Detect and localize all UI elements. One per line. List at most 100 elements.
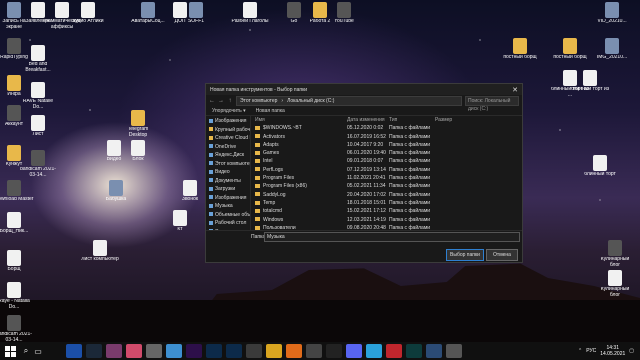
folder-row[interactable]: Adapts 10.04.2017 9:20 Папка с файлами [251, 141, 522, 149]
folder-date: 18.01.2018 15:01 [347, 199, 386, 206]
nav-item[interactable]: Яндекс.Диск [206, 151, 250, 160]
clock[interactable]: 14:31 14.05.2021 [600, 345, 625, 357]
folder-row[interactable]: Temp 18.01.2018 15:01 Папка с файлами [251, 199, 522, 207]
desktop-icon[interactable]: VID_20210... [592, 2, 632, 25]
folder-row[interactable]: Activators 16.07.2019 16:52 Папка с файлам… [251, 133, 522, 141]
search-input[interactable]: Поиск: Локальный диск (C:) [465, 95, 519, 112]
taskbar-app-icon[interactable] [206, 344, 222, 358]
desktop-icon[interactable]: блинный торт [580, 155, 620, 178]
desktop-icon[interactable]: Лист компьютер [80, 240, 120, 263]
chevron-up-icon[interactable]: ⌃ [578, 348, 582, 354]
nav-item[interactable]: Изображения [206, 117, 250, 126]
taskbar-app-icon[interactable] [146, 344, 162, 358]
task-view-icon[interactable]: ▭ [32, 347, 44, 356]
desktop-icon[interactable]: YouTube [324, 2, 364, 25]
taskbar-app-icon[interactable] [286, 344, 302, 358]
nav-item[interactable]: Видео [206, 168, 250, 177]
taskbar-app-icon[interactable] [426, 344, 442, 358]
nav-item[interactable]: Этот компьютер [206, 160, 250, 169]
folder-row[interactable]: totalcmd 15.02.2021 17:12 Папка с файлами [251, 207, 522, 215]
desktop-icon[interactable]: Лист [18, 115, 58, 138]
desktop-icon[interactable]: Download Master [0, 180, 34, 203]
desktop-icon-label: аудио Атлики [72, 19, 104, 24]
desktop-icon[interactable]: Кт [160, 210, 200, 233]
taskbar-app-icon[interactable] [106, 344, 122, 358]
notification-icon[interactable]: ▢ [629, 348, 634, 354]
taskbar-app-icon[interactable] [346, 344, 362, 358]
select-folder-button[interactable]: Выбор папки [446, 249, 484, 261]
up-arrow-icon[interactable]: ↑ [227, 98, 233, 104]
desktop-icon[interactable]: Борщ [0, 250, 34, 273]
desktop-icon[interactable]: RAVE Natalie Do... [18, 82, 58, 110]
close-icon[interactable]: ✕ [508, 86, 522, 94]
taskbar-app-icon[interactable] [266, 344, 282, 358]
desktop-icon[interactable]: Бабушка [96, 180, 136, 203]
column-date[interactable]: Дата изменения [347, 116, 389, 124]
desktop-icon[interactable]: аудио Атлики [68, 2, 108, 25]
breadcrumb-this-pc[interactable]: Этот компьютер [240, 98, 277, 104]
search-icon[interactable]: ⌕ [20, 346, 32, 356]
forward-arrow-icon[interactable]: → [218, 98, 224, 104]
nav-item[interactable]: Музыка [206, 202, 250, 211]
nav-item[interactable]: OneDrive [206, 143, 250, 152]
taskbar-app-icon[interactable] [66, 344, 82, 358]
taskbar-app-icon[interactable] [126, 344, 142, 358]
nav-item[interactable]: Creative Cloud Fil [206, 134, 250, 143]
column-size[interactable]: Размер [435, 116, 475, 124]
cancel-button[interactable]: Отмена [486, 249, 518, 261]
desktop-icon[interactable]: блинный торт из [570, 70, 610, 93]
desktop-icon[interactable]: IMG_20210... [592, 38, 632, 61]
taskbar-app-icon[interactable] [166, 344, 182, 358]
folder-row[interactable]: Intel 09.01.2018 0:07 Папка с файлами [251, 157, 522, 165]
start-button[interactable] [3, 344, 17, 358]
nav-item[interactable]: Загрузки [206, 185, 250, 194]
organize-button[interactable]: Упорядочить ▾ [212, 108, 246, 114]
desktop-icon[interactable]: Борщ_Ник... [0, 212, 34, 235]
folder-row[interactable]: Program Files (x86) 05.02.2021 11:34 Папка… [251, 182, 522, 190]
nav-item[interactable]: Объемные объект [206, 211, 250, 220]
image-icon [189, 2, 203, 18]
nav-item[interactable]: Документы [206, 177, 250, 186]
folder-row[interactable]: Program Files 11.02.2021 20:41 Папка с фай… [251, 174, 522, 182]
desktop-icon[interactable]: постный борщ [550, 38, 590, 61]
taskbar-app-icon[interactable] [226, 344, 242, 358]
column-name[interactable]: Имя [251, 116, 347, 124]
folder-row[interactable]: $WINDOWS.~BT 05.12.2020 0:02 Папка с файла… [251, 124, 522, 132]
taskbar-app-icon[interactable] [386, 344, 402, 358]
folder-row[interactable]: SaddyLog 20.04.2020 17:02 Папка с файлами [251, 191, 522, 199]
new-folder-button[interactable]: Новая папка [256, 108, 285, 114]
taskbar-app-icon[interactable] [326, 344, 342, 358]
desktop-icon[interactable]: Блок [118, 140, 158, 163]
lang-indicator[interactable]: РУС [586, 348, 596, 354]
folder-row[interactable]: PerfLogs 07.12.2019 13:14 Папка с файлами [251, 166, 522, 174]
breadcrumb-local-disk[interactable]: Локальный диск (C:) [287, 98, 334, 104]
nav-item[interactable]: Рабочий стол [206, 219, 250, 228]
desktop-icon[interactable]: Кулинарный блог [595, 270, 635, 298]
taskbar-app-icon[interactable] [86, 344, 102, 358]
back-arrow-icon[interactable]: ← [209, 98, 215, 104]
desktop-icon[interactable]: Кулинарный блог [595, 240, 635, 268]
desktop-icon[interactable]: Звонок [170, 180, 210, 203]
taskbar-app-icon[interactable] [186, 344, 202, 358]
folder-row[interactable]: Games 06.01.2020 19:40 Папка с файлами [251, 149, 522, 157]
desktop-icon[interactable]: Bed and Breakfast... [18, 45, 58, 73]
folder-row[interactable]: Windows 12.03.2021 14:19 Папка с файлами [251, 216, 522, 224]
taskbar-app-icon[interactable] [366, 344, 382, 358]
taskbar-app-icon[interactable] [246, 344, 262, 358]
folder-type: Папка с файлами [389, 150, 431, 157]
column-type[interactable]: Тип [389, 116, 435, 124]
nav-item[interactable]: Крупный рабочий [206, 126, 250, 135]
taskbar-app-icon[interactable] [406, 344, 422, 358]
desktop-icon[interactable]: Telegram Desktop [118, 110, 158, 138]
desktop-icon[interactable]: bandicam 2021-03-14... [0, 315, 34, 343]
desktop-icon[interactable]: постный борщ [500, 38, 540, 61]
nav-item[interactable]: Изображения [206, 194, 250, 203]
address-bar[interactable]: Этот компьютер › Локальный диск (C:) [236, 95, 462, 106]
desktop-icon[interactable]: bandicam 2021-03-14... [18, 150, 58, 178]
desktop-icon[interactable]: Разбей Глаголы [230, 2, 270, 25]
desktop-icon[interactable]: SOFF1 [176, 2, 216, 25]
folder-name-input[interactable]: Музыка [264, 232, 520, 242]
taskbar-app-icon[interactable] [446, 344, 462, 358]
desktop-icon[interactable]: Raye - Natalia Do... [0, 282, 34, 310]
taskbar-app-icon[interactable] [306, 344, 322, 358]
